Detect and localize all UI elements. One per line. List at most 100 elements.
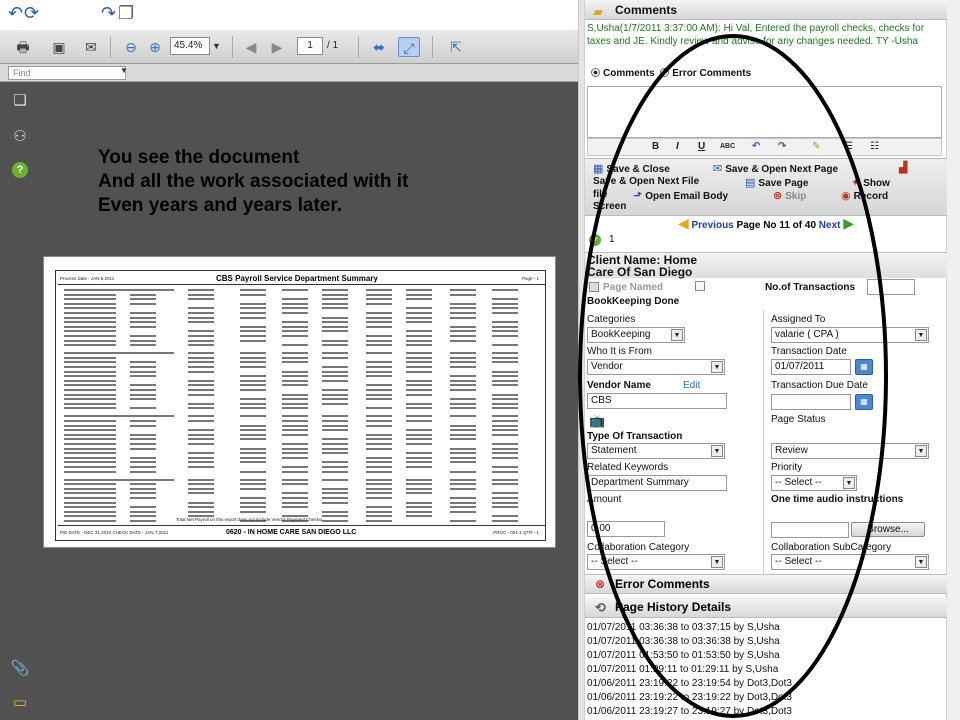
open-email-button[interactable]: ⬏ Open Email Body	[633, 189, 728, 202]
no-transactions-input[interactable]	[867, 279, 915, 295]
vendor-input[interactable]: CBS	[587, 393, 727, 409]
fit-width-icon[interactable]: ⬌	[368, 37, 390, 57]
report-text-bar	[282, 420, 308, 422]
record-button[interactable]: ◉ Record	[841, 189, 888, 202]
collab-subcategory-select[interactable]: -- Select -- ▼	[771, 554, 929, 570]
report-text-bar	[282, 492, 308, 495]
report-text-bar	[240, 335, 266, 337]
strike-button[interactable]: ABC	[720, 143, 735, 150]
report-text-bar	[322, 466, 348, 468]
pages-icon[interactable]: ❏	[10, 92, 30, 110]
zoom-in-icon[interactable]: ⊕	[144, 37, 166, 57]
amount-input[interactable]: 0.00	[587, 521, 665, 537]
chevron-down-icon[interactable]: ▼	[212, 37, 226, 55]
help-icon[interactable]: ?	[12, 162, 28, 178]
attachment-icon[interactable]: 📎	[10, 660, 30, 678]
record-screen-button[interactable]: Screen	[593, 201, 626, 212]
add-icon[interactable]: +	[589, 234, 601, 246]
redo-icon[interactable]: ↷	[778, 141, 786, 152]
bookkeeping-done-checkbox[interactable]	[695, 281, 705, 291]
type-select[interactable]: Statement ▼	[587, 443, 725, 459]
radio-comments[interactable]	[591, 68, 600, 77]
report-text-bar	[492, 452, 518, 455]
error-comments-header[interactable]: ⊗ Error Comments	[585, 574, 947, 594]
save-open-next-file-button[interactable]: Save & Open Next File	[593, 176, 699, 187]
save-open-next-page-button[interactable]: ✉ Save & Open Next Page	[713, 162, 838, 175]
print-icon[interactable]: 🖶	[12, 37, 34, 57]
categories-select[interactable]: BookKeeping ▼	[587, 327, 685, 343]
report-footer-right: PROC - 001-1 QTR - 1	[493, 530, 539, 535]
show-file-button[interactable]: ✦ Show	[851, 176, 890, 189]
export-icon[interactable]: ⇱	[442, 37, 470, 57]
report-text-bar	[366, 492, 392, 495]
ordered-list-icon[interactable]: ☰	[844, 141, 853, 152]
undo-icon[interactable]: ↶	[752, 141, 760, 152]
calendar-icon[interactable]: ▦	[855, 359, 873, 375]
comment-textarea[interactable]	[587, 86, 942, 138]
report-text-bar	[492, 407, 518, 410]
report-text-bar	[492, 356, 518, 359]
paint-icon[interactable]: ✎	[812, 141, 820, 152]
next-page-icon[interactable]: ▶	[266, 37, 288, 57]
previous-page-icon[interactable]: ◀	[240, 37, 262, 57]
report-text-bar	[450, 470, 476, 473]
report-text-bar	[450, 312, 476, 314]
bullet-list-icon[interactable]: ☷	[870, 141, 879, 152]
report-text-bar	[188, 384, 214, 387]
page-number-field[interactable]: 1	[297, 37, 323, 55]
arrow-left-icon[interactable]: ◀	[678, 215, 689, 231]
report-text-bar	[188, 393, 214, 396]
next-link[interactable]: Next	[819, 220, 841, 231]
report-text-bar	[366, 361, 392, 364]
who-select[interactable]: Vendor ▼	[587, 359, 725, 375]
page-named-checkbox[interactable]	[589, 282, 599, 292]
copy-icon[interactable]: ❐	[118, 3, 140, 23]
keywords-input[interactable]: Department Summary	[587, 475, 727, 491]
show-file-button-2[interactable]: file	[593, 189, 607, 200]
report-text-bar	[188, 352, 214, 355]
skip-button[interactable]: ⊗ Skip	[773, 189, 806, 202]
refresh-icon[interactable]: ⟳	[24, 3, 46, 23]
report-text-bar	[366, 384, 392, 387]
bold-button[interactable]: B	[652, 141, 659, 152]
vendor-edit-link[interactable]: Edit	[683, 380, 700, 391]
radio-error-comments[interactable]	[660, 68, 670, 77]
zoom-field[interactable]: 45.4%	[170, 37, 210, 55]
report-text-bar	[130, 515, 156, 518]
fit-page-icon[interactable]: ⤢	[398, 37, 420, 57]
italic-button[interactable]: I	[676, 141, 679, 152]
calendar-icon[interactable]: ▦	[855, 394, 873, 410]
report-text-bar	[130, 466, 156, 468]
priority-select[interactable]: -- Select -- ▼	[771, 475, 857, 491]
save-close-button[interactable]: ▦ Save & Close	[593, 162, 670, 175]
binoculars-icon[interactable]: ⚇	[10, 128, 30, 146]
arrow-right-icon[interactable]: ▶	[843, 215, 854, 231]
find-input[interactable]: Find	[8, 66, 126, 80]
audio-file-input[interactable]	[771, 522, 849, 538]
report-text-bar	[366, 497, 392, 499]
comments-icon[interactable]: ▭	[10, 694, 30, 712]
zoom-out-icon[interactable]: ⊖	[120, 37, 142, 57]
assigned-select[interactable]: valarie ( CPA ) ▼	[771, 327, 929, 343]
report-text-bar	[406, 443, 432, 445]
save-icon[interactable]: ▣	[48, 37, 70, 57]
browse-button[interactable]: Browse...	[851, 522, 925, 537]
report-text-bar	[492, 466, 518, 468]
status-select[interactable]: Review ▼	[771, 443, 929, 459]
scrollbar[interactable]	[946, 0, 960, 720]
briefcase-icon[interactable]: ▟	[899, 161, 910, 174]
save-page-button[interactable]: ▤ Save Page	[745, 176, 808, 189]
report-text-bar	[188, 379, 214, 382]
report-text-bar	[406, 515, 432, 518]
report-text-bar	[366, 443, 392, 445]
email-icon[interactable]: ✉	[80, 37, 102, 57]
collab-category-select[interactable]: -- Select -- ▼	[587, 554, 725, 570]
page-history-header[interactable]: ⟲ Page History Details	[585, 598, 947, 618]
chevron-down-icon[interactable]: ▼	[120, 66, 128, 75]
report-text-bar	[64, 316, 116, 319]
underline-button[interactable]: U	[698, 141, 705, 152]
previous-link[interactable]: Previous	[692, 220, 734, 231]
report-text-bar	[322, 321, 348, 324]
due-date-input[interactable]	[771, 394, 851, 410]
txn-date-input[interactable]: 01/07/2011	[771, 359, 851, 375]
